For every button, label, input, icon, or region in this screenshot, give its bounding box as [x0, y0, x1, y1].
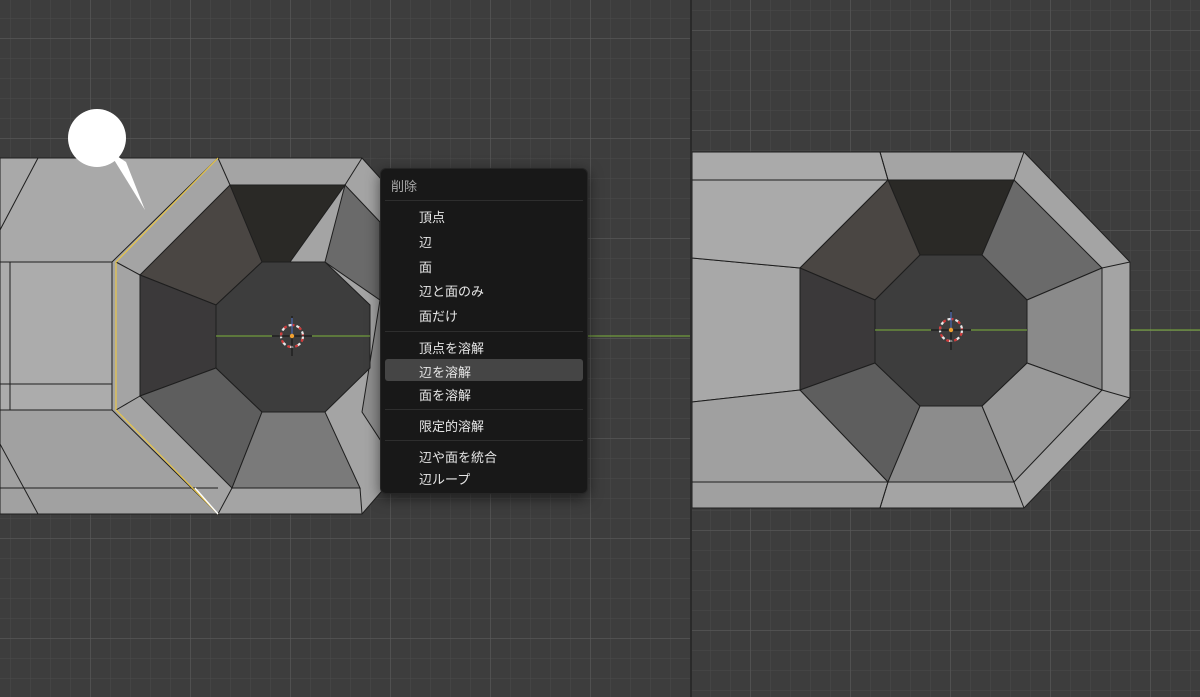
menu-item-edges-faces-only[interactable]: 辺と面のみ [385, 278, 583, 300]
menu-separator [385, 409, 583, 410]
menu-separator [385, 200, 583, 201]
menu-item-faces-only[interactable]: 面だけ [385, 303, 583, 325]
delete-context-menu: 削除 頂点 辺 面 辺と面のみ 面だけ 頂点を溶解 辺を溶解 面を溶解 限定的溶… [380, 168, 588, 494]
menu-item-edge-loops[interactable]: 辺ループ [385, 466, 583, 488]
menu-item-delete-faces[interactable]: 面 [385, 254, 583, 276]
menu-item-dissolve-edges[interactable]: 辺を溶解 [385, 359, 583, 381]
menu-item-delete-vertices[interactable]: 頂点 [385, 204, 583, 226]
menu-item-label: 面を溶解 [419, 389, 472, 404]
menu-item-dissolve-vertices[interactable]: 頂点を溶解 [385, 335, 583, 357]
viewport-after[interactable] [692, 0, 1200, 697]
menu-item-dissolve-faces[interactable]: 面を溶解 [385, 382, 583, 404]
menu-item-label: 頂点 [419, 211, 446, 226]
menu-item-label: 辺と面のみ [419, 285, 485, 300]
menu-separator [385, 331, 583, 332]
menu-item-label: 面 [419, 261, 433, 276]
menu-title: 削除 [391, 180, 418, 195]
menu-item-delete-edges[interactable]: 辺 [385, 229, 583, 251]
mesh-face [692, 257, 801, 403]
menu-item-label: 辺 [419, 236, 433, 251]
menu-item-limited-dissolve[interactable]: 限定的溶解 [385, 413, 583, 435]
menu-item-label: 辺ループ [419, 473, 471, 488]
menu-item-label: 頂点を溶解 [419, 342, 485, 357]
menu-item-label: 面だけ [419, 310, 459, 325]
menu-item-label: 辺を溶解 [419, 366, 472, 381]
menu-item-label: 限定的溶解 [419, 420, 485, 435]
menu-item-label: 辺や面を統合 [419, 451, 498, 466]
menu-item-collapse-edges-faces[interactable]: 辺や面を統合 [385, 444, 583, 466]
mesh-after [692, 151, 1200, 509]
mesh-face [0, 261, 113, 411]
menu-separator [385, 440, 583, 441]
